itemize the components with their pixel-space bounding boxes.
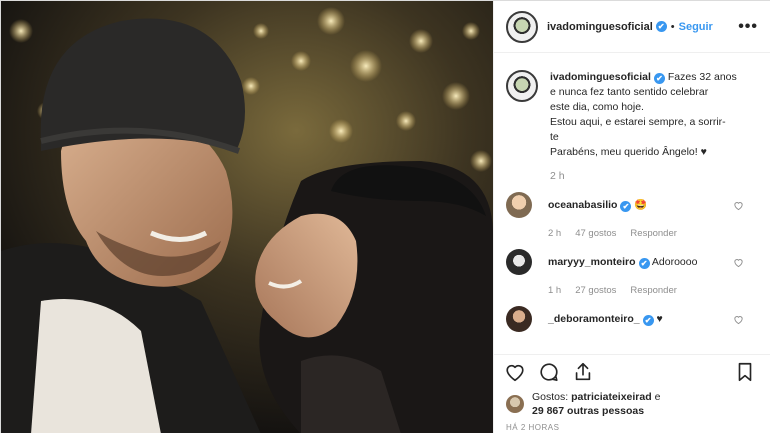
post-timestamp[interactable]: HÁ 2 HORAS (506, 423, 559, 432)
likes-others[interactable]: 29 867 outras pessoas (532, 405, 644, 417)
likes-summary: Gostos: patriciateixeirad e 29 867 outra… (494, 388, 770, 420)
more-icon[interactable]: ••• (738, 18, 758, 36)
bookmark-icon[interactable] (734, 361, 756, 383)
comment-likes[interactable]: 47 gostos (575, 228, 616, 239)
like-comment-icon[interactable] (733, 200, 744, 211)
separator-dot: • (670, 20, 675, 33)
comment-time[interactable]: 1 h (548, 285, 561, 296)
comment-body: maryyy_monteiro ✔ Adoroooo (548, 255, 697, 269)
follow-button[interactable]: Seguir (679, 21, 713, 33)
caption-line: este dia, como hoje. (550, 101, 644, 113)
likes-prefix: Gostos: (532, 391, 569, 403)
comment-item: oceanabasilio ✔ 🤩 (506, 192, 758, 218)
liker-username[interactable]: patriciateixeirad (571, 391, 652, 403)
comment-meta: 1 h 27 gostos Responder (548, 285, 758, 296)
caption-line: Estou aqui, e estarei sempre, a sorrir- (550, 116, 726, 128)
commenter-avatar[interactable] (506, 192, 532, 218)
verified-icon: ✔ (642, 315, 654, 326)
comment-body: _deboramonteiro_ ✔ ♥ (548, 312, 663, 326)
comment-time[interactable]: 2 h (548, 228, 561, 239)
post-sidebar: ivadominguesoficial ✔ • Seguir ••• ivado… (493, 1, 770, 433)
caption-avatar[interactable] (506, 70, 538, 102)
comment-username[interactable]: oceanabasilio (548, 199, 617, 211)
caption-line: e nunca fez tanto sentido celebrar (550, 86, 709, 98)
post-caption: ivadominguesoficial ✔ Fazes 32 anos e nun… (506, 70, 758, 160)
verified-icon: ✔ (655, 21, 667, 32)
post-header: ivadominguesoficial ✔ • Seguir ••• (494, 1, 770, 53)
commenter-avatar[interactable] (506, 249, 532, 275)
comment-icon[interactable] (538, 361, 560, 383)
reply-button[interactable]: Responder (630, 228, 676, 239)
author-username[interactable]: ivadominguesoficial (547, 21, 653, 33)
comment-text: 🤩 (634, 199, 648, 211)
comment-text: Adoroooo (651, 256, 698, 268)
author-avatar[interactable] (506, 10, 538, 43)
verified-icon: ✔ (620, 201, 632, 212)
likes-text: Gostos: patriciateixeirad e 29 867 outra… (532, 390, 660, 418)
caption-timestamp[interactable]: 2 h (550, 170, 758, 182)
comment-item: maryyy_monteiro ✔ Adoroooo (506, 249, 758, 275)
caption-line: Parabéns, meu querido Ângelo! ♥ (550, 146, 707, 158)
reply-button[interactable]: Responder (630, 285, 676, 296)
comment-meta: 2 h 47 gostos Responder (548, 228, 758, 239)
couple-photo (1, 1, 493, 433)
heart-icon[interactable] (504, 361, 526, 383)
commenter-avatar[interactable] (506, 306, 532, 332)
comments-list[interactable]: ivadominguesoficial ✔ Fazes 32 anos e nun… (494, 54, 770, 354)
comment-username[interactable]: maryyy_monteiro (548, 256, 636, 268)
caption-username[interactable]: ivadominguesoficial (550, 71, 651, 83)
post-photo[interactable] (1, 1, 493, 433)
instagram-post: ivadominguesoficial ✔ • Seguir ••• ivado… (0, 0, 770, 433)
like-comment-icon[interactable] (733, 314, 744, 325)
comment-item: _deboramonteiro_ ✔ ♥ (506, 306, 758, 332)
caption-line: Fazes 32 anos (667, 71, 737, 83)
comment-username[interactable]: _deboramonteiro_ (548, 313, 640, 325)
verified-icon: ✔ (638, 258, 650, 269)
caption-line: te (550, 131, 559, 143)
like-comment-icon[interactable] (733, 257, 744, 268)
share-icon[interactable] (572, 361, 594, 383)
verified-icon: ✔ (653, 73, 665, 84)
action-bar (494, 354, 770, 388)
caption-text: ivadominguesoficial ✔ Fazes 32 anos e nun… (550, 70, 737, 160)
comment-body: oceanabasilio ✔ 🤩 (548, 198, 647, 212)
liker-avatar[interactable] (506, 395, 524, 413)
comment-text: ♥ (656, 313, 663, 325)
likes-conjunction: e (654, 391, 661, 403)
comment-likes[interactable]: 27 gostos (575, 285, 616, 296)
